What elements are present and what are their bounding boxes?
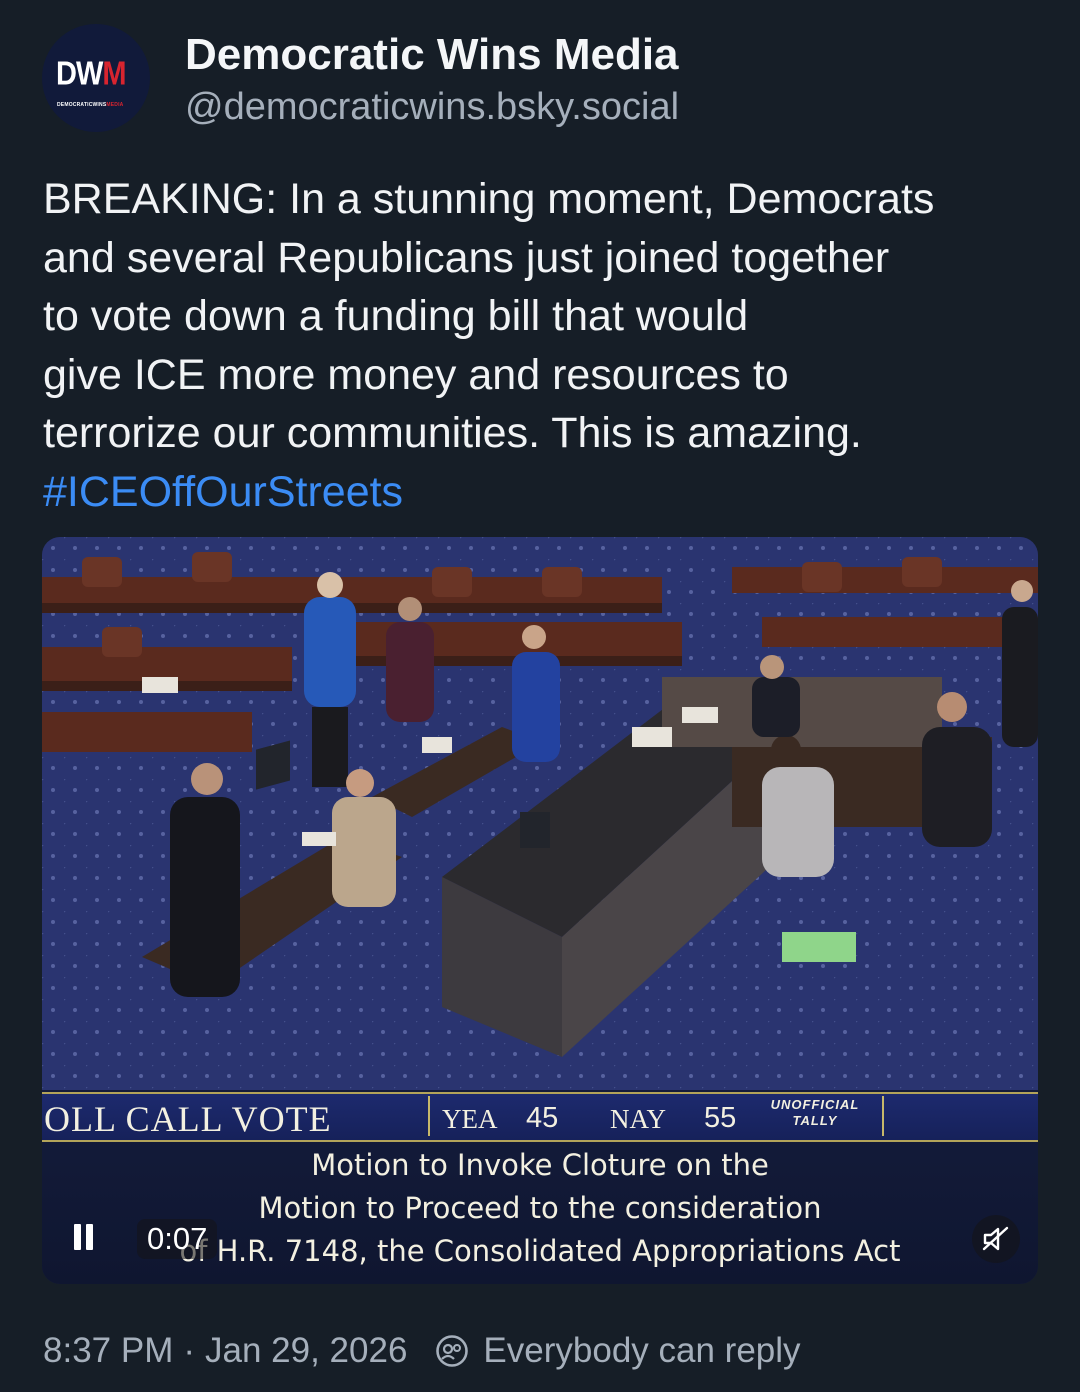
post-text-line: and several Republicans just joined toge… (43, 233, 890, 282)
avatar-logo-subtitle: DEMOCRATICWINSMEDIA (57, 102, 124, 108)
nay-count: 55 (704, 1102, 737, 1134)
post-text-line: BREAKING: In a stunning moment, Democrat… (43, 175, 935, 223)
vote-divider (882, 1096, 884, 1136)
reply-setting-label[interactable]: Everybody can reply (483, 1331, 800, 1371)
post-text-line: to vote down a funding bill that would (43, 292, 749, 340)
yea-label: YEA (442, 1104, 498, 1134)
post-date: Jan 29, 2026 (205, 1331, 408, 1370)
avatar-logo: DWM (56, 55, 127, 93)
author-handle[interactable]: @democraticwins.bsky.social (185, 86, 679, 129)
video-frame (42, 537, 1038, 1090)
reply-settings-icon[interactable] (435, 1334, 469, 1368)
post-text: BREAKING: In a stunning moment, Democrat… (43, 170, 1053, 521)
unofficial-tally-label: UNOFFICIAL TALLY (770, 1097, 860, 1128)
video-time: 0:07 (137, 1219, 218, 1259)
post: DWM DEMOCRATICWINSMEDIA Democratic Wins … (0, 0, 1080, 1392)
author-display-name[interactable]: Democratic Wins Media (185, 30, 679, 80)
nay-label: NAY (610, 1104, 667, 1134)
roll-call-vote-bar: OLL CALL VOTE YEA 45 NAY 55 UNOFFICIAL T… (42, 1092, 1038, 1142)
post-text-line: give ICE more money and resources to (43, 350, 789, 399)
yea-count: 45 (526, 1102, 559, 1134)
vote-divider (428, 1096, 430, 1136)
pause-icon[interactable] (74, 1224, 96, 1254)
mute-icon (982, 1226, 1009, 1251)
vote-title: OLL CALL VOTE (44, 1099, 332, 1139)
video-controls: 0:07 (42, 1197, 1038, 1284)
post-meta: 8:37 PM · Jan 29, 2026 Everybody can rep… (43, 1331, 801, 1371)
avatar[interactable]: DWM DEMOCRATICWINSMEDIA (42, 24, 150, 132)
mute-button[interactable] (972, 1215, 1020, 1263)
meta-separator: · (183, 1331, 196, 1370)
hashtag-link[interactable]: #ICEOffOurStreets (43, 463, 1053, 522)
video-player[interactable]: OLL CALL VOTE YEA 45 NAY 55 UNOFFICIAL T… (42, 537, 1038, 1284)
post-time: 8:37 PM (43, 1331, 174, 1370)
motion-caption-line: Motion to Invoke Cloture on the (311, 1148, 769, 1182)
post-text-line: terrorize our communities. This is amazi… (43, 409, 862, 457)
